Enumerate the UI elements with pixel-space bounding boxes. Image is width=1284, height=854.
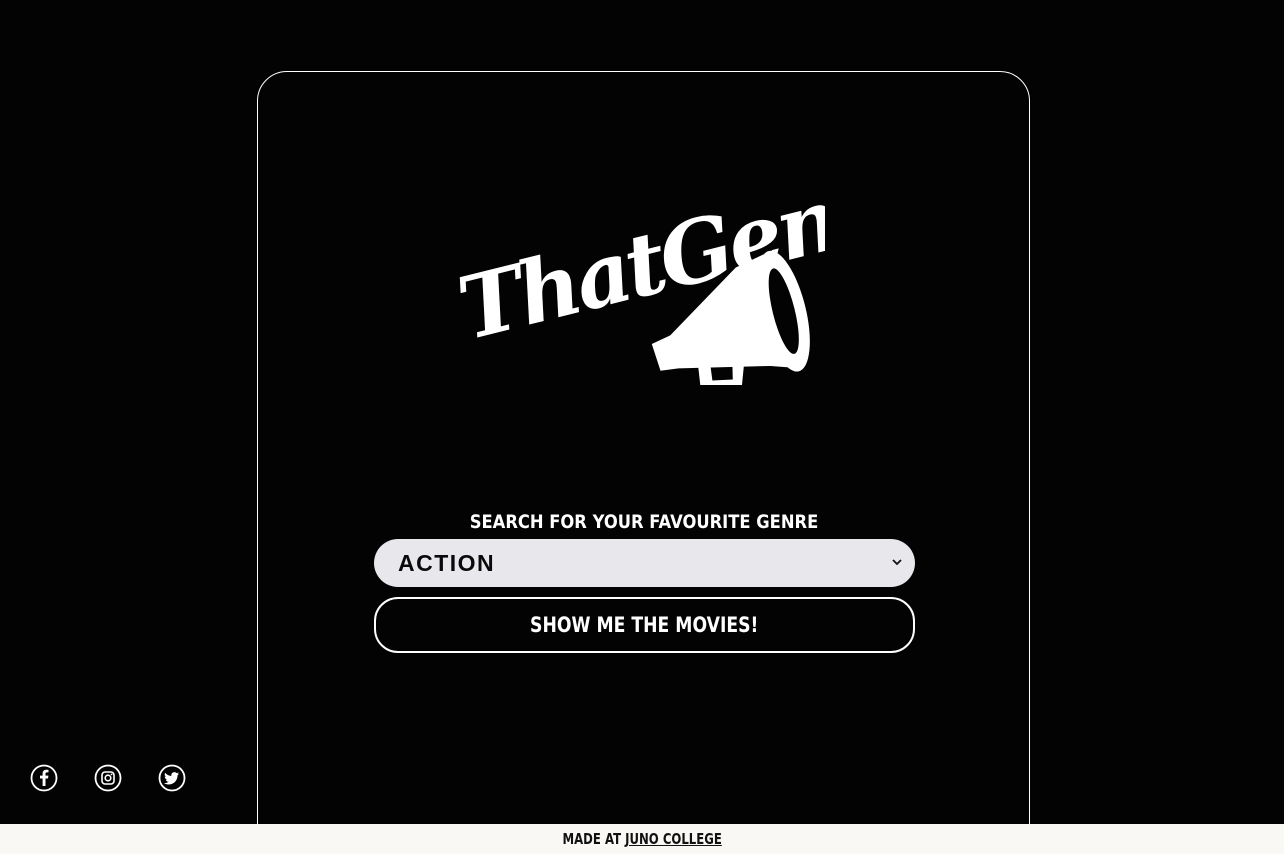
footer: MADE AT JUNO COLLEGE <box>0 824 1284 854</box>
page: ThatGenre SEARCH FOR YOUR FAVOURITE GENR… <box>0 0 1284 854</box>
juno-college-link[interactable]: JUNO COLLEGE <box>625 830 722 848</box>
thatgenre-logo: ThatGenre <box>455 185 825 385</box>
instagram-icon[interactable] <box>94 764 122 792</box>
show-movies-button-label: SHOW ME THE MOVIES! <box>530 613 759 637</box>
footer-prefix: MADE AT <box>562 830 625 848</box>
twitter-icon[interactable] <box>158 764 186 792</box>
search-label: SEARCH FOR YOUR FAVOURITE GENRE <box>469 511 819 533</box>
facebook-icon[interactable] <box>30 764 58 792</box>
genre-select-value: ACTION <box>398 549 496 576</box>
show-movies-button[interactable]: SHOW ME THE MOVIES! <box>374 597 915 653</box>
social-links <box>30 764 186 792</box>
genre-select[interactable]: ACTION <box>374 539 915 587</box>
footer-credit: MADE AT JUNO COLLEGE <box>562 830 721 848</box>
chevron-down-icon <box>892 559 902 566</box>
